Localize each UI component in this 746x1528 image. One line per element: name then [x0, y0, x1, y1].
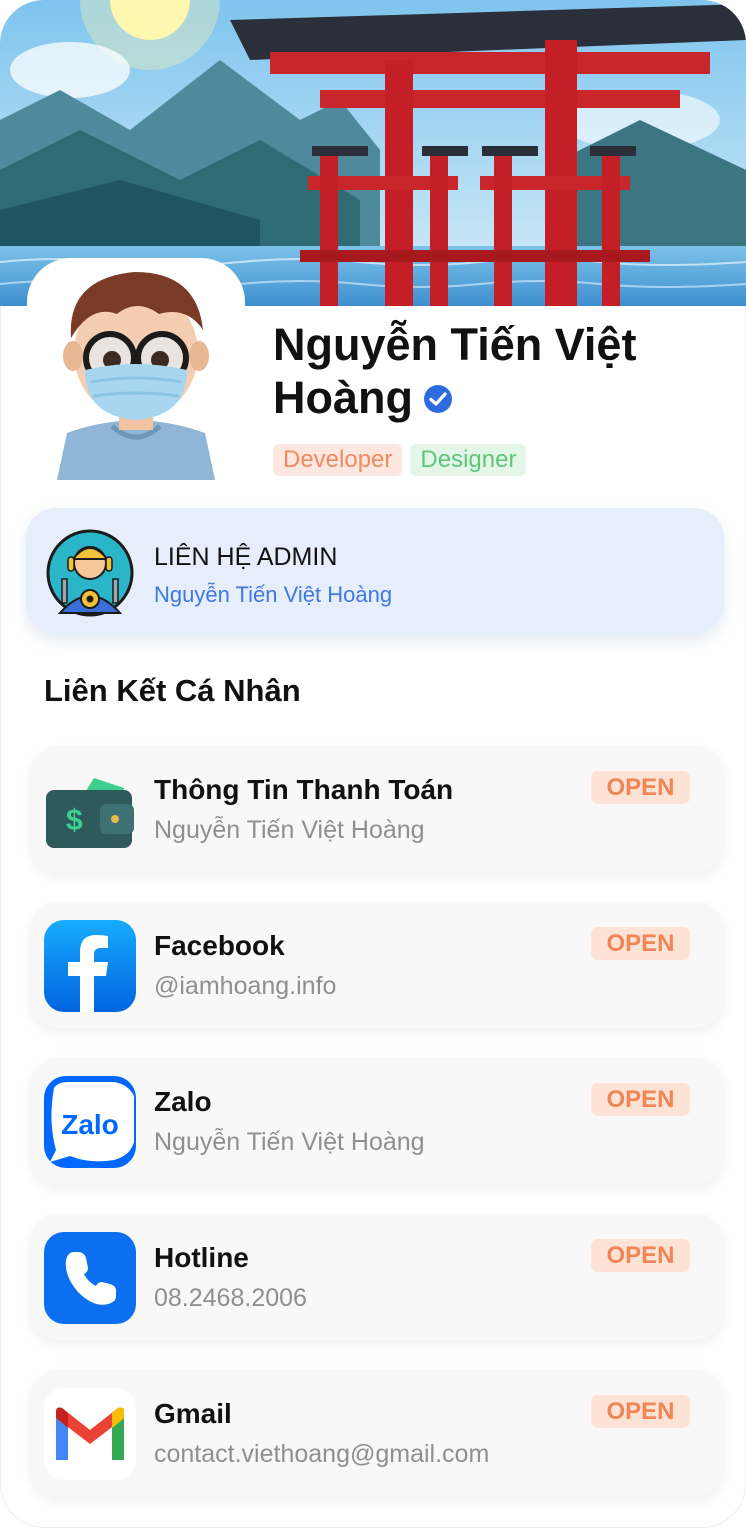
link-card-facebook[interactable]: Facebook @iamhoang.info OPEN	[30, 902, 724, 1028]
wallet-icon: $	[44, 764, 136, 856]
open-button[interactable]: OPEN	[591, 1239, 690, 1272]
admin-subtitle: Nguyễn Tiến Việt Hoàng	[154, 582, 393, 607]
admin-support-icon	[46, 529, 134, 622]
link-subtitle: @iamhoang.info	[154, 972, 337, 1000]
tag-developer: Developer	[273, 444, 403, 476]
open-button[interactable]: OPEN	[591, 1395, 690, 1428]
link-subtitle: Nguyễn Tiến Việt Hoàng	[154, 816, 425, 844]
contact-admin-card[interactable]	[26, 508, 724, 634]
link-title: Zalo	[154, 1086, 212, 1117]
section-title: Liên Kết Cá Nhân	[44, 673, 301, 708]
open-button[interactable]: OPEN	[591, 1083, 690, 1116]
link-subtitle: contact.viethoang@gmail.com	[154, 1440, 490, 1468]
link-subtitle: 08.2468.2006	[154, 1284, 307, 1312]
svg-text:$: $	[66, 804, 83, 837]
profile-page: Nguyễn Tiến Việt Hoàng Developer Designe…	[0, 0, 746, 1528]
verified-badge-icon	[423, 372, 453, 425]
avatar	[27, 258, 245, 480]
role-tags: Developer Designer	[273, 444, 527, 476]
gmail-icon	[44, 1388, 136, 1480]
open-button[interactable]: OPEN	[591, 771, 690, 804]
link-subtitle: Nguyễn Tiến Việt Hoàng	[154, 1128, 425, 1156]
link-card-zalo[interactable]: Zalo Zalo Nguyễn Tiến Việt Hoàng OPEN	[30, 1058, 724, 1184]
link-card-hotline[interactable]: Hotline 08.2468.2006 OPEN	[30, 1214, 724, 1340]
profile-name: Nguyễn Tiến Việt Hoàng	[273, 319, 637, 425]
link-card-gmail[interactable]: Gmail contact.viethoang@gmail.com OPEN	[30, 1370, 724, 1496]
tag-designer: Designer	[410, 444, 527, 476]
zalo-icon: Zalo	[44, 1076, 136, 1168]
phone-icon	[44, 1232, 136, 1324]
link-title: Gmail	[154, 1398, 232, 1429]
link-card-payment[interactable]: $ Thông Tin Thanh Toán Nguyễn Tiến Việt …	[30, 746, 724, 872]
link-title: Facebook	[154, 930, 285, 961]
link-title: Hotline	[154, 1242, 249, 1273]
open-button[interactable]: OPEN	[591, 927, 690, 960]
link-title: Thông Tin Thanh Toán	[154, 774, 454, 805]
facebook-icon	[44, 920, 136, 1012]
svg-text:Zalo: Zalo	[61, 1109, 119, 1140]
admin-title: LIÊN HỆ ADMIN	[154, 543, 338, 571]
